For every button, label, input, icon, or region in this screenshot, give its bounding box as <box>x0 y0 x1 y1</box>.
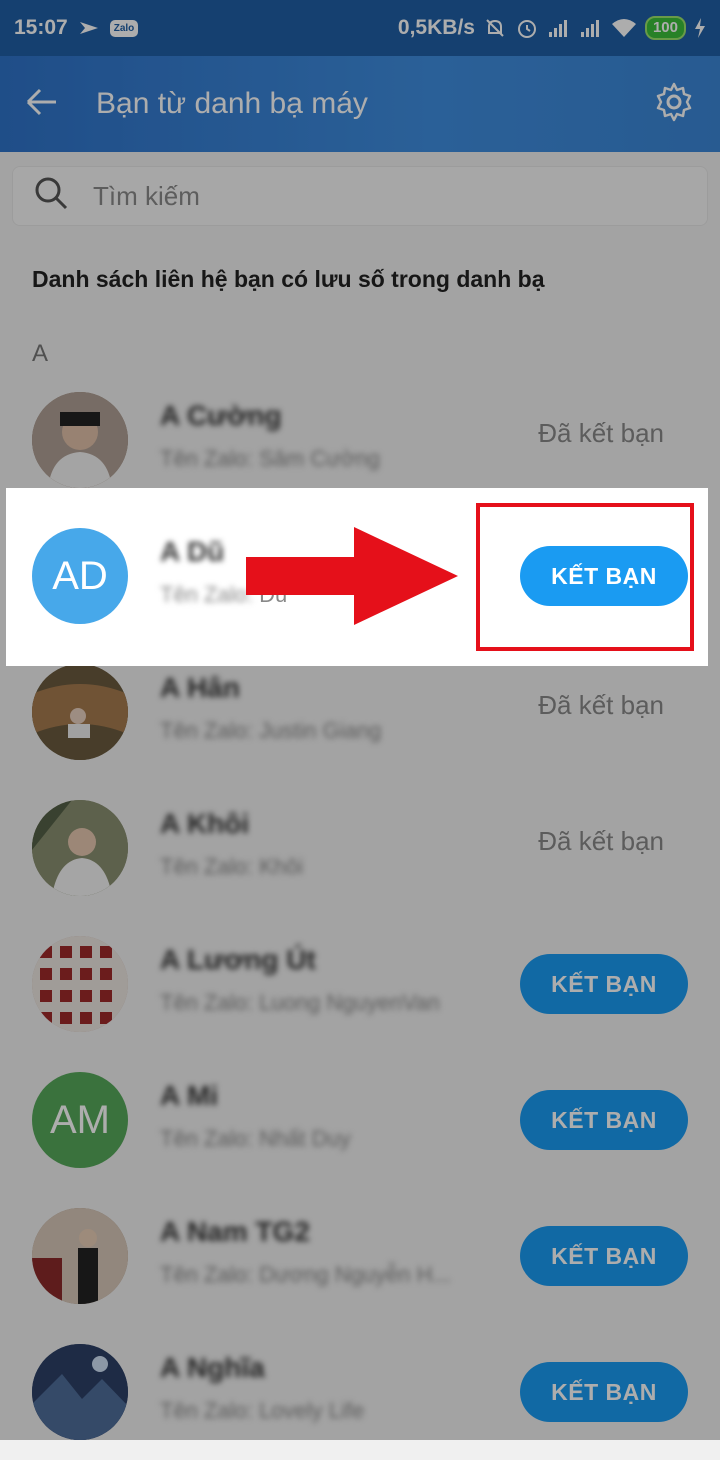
mute-icon <box>483 16 507 40</box>
search-icon <box>33 175 69 218</box>
signal-icon <box>579 17 603 39</box>
alarm-icon <box>515 16 539 40</box>
contact-name: A Dũ <box>160 536 225 567</box>
avatar <box>32 936 128 1032</box>
contact-row[interactable]: A Lương Út Tên Zalo: Luong NguyenVan KẾT… <box>0 916 720 1052</box>
zalo-name: Tên Zalo: Lovely Life <box>160 1398 365 1423</box>
add-friend-button[interactable]: KẾT BẠN <box>520 954 688 1014</box>
add-friend-button[interactable]: KẾT BẠN <box>520 1362 688 1422</box>
app-header: Bạn từ danh bạ máy <box>0 56 720 152</box>
red-arrow-icon <box>246 527 458 630</box>
back-arrow-icon[interactable] <box>24 84 60 125</box>
avatar: AM <box>32 1072 128 1168</box>
contact-name: A Mi <box>160 1080 219 1111</box>
avatar: AD <box>32 528 128 624</box>
avatar <box>32 1344 128 1440</box>
contact-name: A Nghĩa <box>160 1352 265 1383</box>
avatar <box>32 392 128 488</box>
avatar <box>32 800 128 896</box>
avatar-initials: AM <box>50 1097 110 1142</box>
highlight-box <box>476 503 694 651</box>
contact-name: A Cường <box>160 400 282 431</box>
zalo-app-icon: Zalo <box>109 19 139 37</box>
section-header: A <box>32 340 49 367</box>
zalo-name: Tên Zalo: Nhất Duy <box>160 1126 351 1151</box>
status-bar: 15:07 Zalo 0,5KB/s 100 <box>0 0 720 56</box>
contact-name: A Khôi <box>160 808 250 839</box>
gear-icon[interactable] <box>652 80 696 129</box>
contact-row[interactable]: A Khôi Tên Zalo: Khôi Đã kết bạn <box>0 780 720 916</box>
charging-icon <box>694 17 706 39</box>
friend-status: Đã kết bạn <box>538 690 664 720</box>
avatar-initials: AD <box>52 553 108 598</box>
add-friend-button[interactable]: KẾT BẠN <box>520 1090 688 1150</box>
signal-icon <box>547 17 571 39</box>
avatar <box>32 1208 128 1304</box>
zalo-name: Tên Zalo: Luong NguyenVan <box>160 990 440 1015</box>
arrow-app-icon <box>78 18 100 38</box>
contact-row[interactable]: A Nam TG2 Tên Zalo: Dương Nguyễn H... KẾ… <box>0 1188 720 1324</box>
page-title: Bạn từ danh bạ máy <box>96 87 368 120</box>
status-time: 15:07 <box>14 16 68 39</box>
zalo-name: Tên Zalo: Sâm Cường <box>160 446 380 471</box>
wifi-icon <box>611 17 637 39</box>
friend-status: Đã kết bạn <box>538 418 664 448</box>
search-bar[interactable]: Tìm kiếm <box>12 166 708 226</box>
search-input[interactable]: Tìm kiếm <box>93 181 200 212</box>
network-speed: 0,5KB/s <box>397 16 475 39</box>
avatar <box>32 664 128 760</box>
contact-name: A Lương Út <box>160 944 316 975</box>
list-description: Danh sách liên hệ bạn có lưu số trong da… <box>32 266 545 292</box>
contact-name: A Hân <box>160 672 240 703</box>
zalo-name: Tên Zalo: Dương Nguyễn H... <box>160 1262 451 1287</box>
friend-status: Đã kết bạn <box>538 826 664 856</box>
zalo-name: Tên Zalo: Justin Giang <box>160 718 382 743</box>
zalo-name: Tên Zalo: Khôi <box>160 854 304 879</box>
contact-name: A Nam TG2 <box>160 1216 310 1247</box>
add-friend-button[interactable]: KẾT BẠN <box>520 1226 688 1286</box>
battery-icon: 100 <box>644 16 686 40</box>
contact-row[interactable]: AM A Mi Tên Zalo: Nhất Duy KẾT BẠN <box>0 1052 720 1188</box>
